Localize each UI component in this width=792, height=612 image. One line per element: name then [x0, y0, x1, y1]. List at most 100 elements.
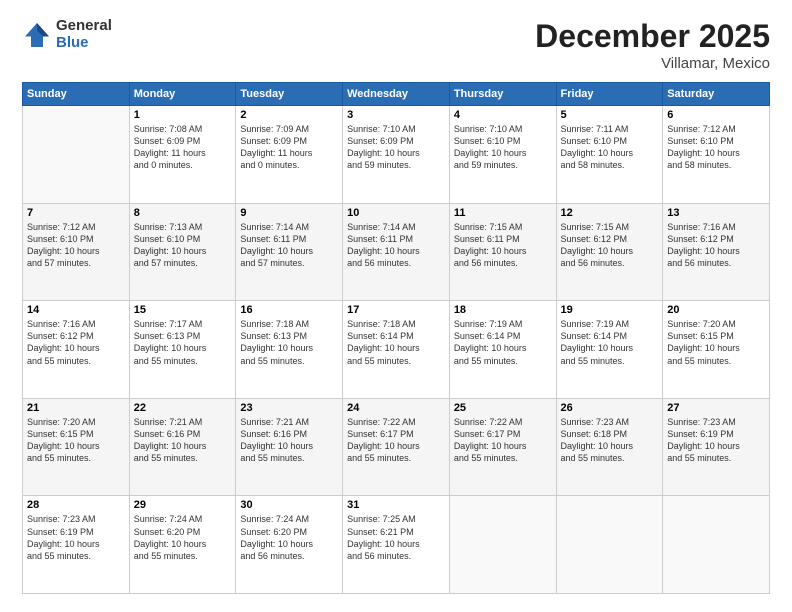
calendar-cell: 12 Sunrise: 7:15 AM Sunset: 6:12 PM Dayli…	[556, 203, 663, 301]
calendar-cell: 20 Sunrise: 7:20 AM Sunset: 6:15 PM Dayli…	[663, 301, 770, 399]
page: General Blue December 2025 Villamar, Mex…	[0, 0, 792, 612]
calendar-cell: 25 Sunrise: 7:22 AM Sunset: 6:17 PM Dayli…	[449, 398, 556, 496]
calendar-cell: 15 Sunrise: 7:17 AM Sunset: 6:13 PM Dayli…	[129, 301, 236, 399]
calendar-cell: 9Sunrise: 7:14 AM Sunset: 6:11 PM Daylig…	[236, 203, 343, 301]
calendar-cell: 10 Sunrise: 7:14 AM Sunset: 6:11 PM Dayli…	[343, 203, 450, 301]
cell-day-number: 2	[240, 109, 338, 121]
calendar-header-sunday: Sunday	[23, 83, 130, 106]
cell-day-info: Sunrise: 7:15 AM Sunset: 6:11 PM Dayligh…	[454, 221, 552, 270]
cell-day-number: 20	[667, 304, 765, 316]
calendar-cell: 13Sunrise: 7:16 AM Sunset: 6:12 PM Dayli…	[663, 203, 770, 301]
cell-day-number: 23	[240, 402, 338, 414]
page-subtitle: Villamar, Mexico	[535, 55, 770, 72]
cell-day-number: 28	[27, 499, 125, 511]
calendar-cell: 31 Sunrise: 7:25 AM Sunset: 6:21 PM Dayli…	[343, 496, 450, 594]
calendar-cell	[663, 496, 770, 594]
calendar-cell: 26Sunrise: 7:23 AM Sunset: 6:18 PM Dayli…	[556, 398, 663, 496]
calendar-cell: 7 Sunrise: 7:12 AM Sunset: 6:10 PM Daylig…	[23, 203, 130, 301]
calendar-cell	[23, 106, 130, 204]
calendar-cell: 28 Sunrise: 7:23 AM Sunset: 6:19 PM Dayli…	[23, 496, 130, 594]
calendar-week-2: 7 Sunrise: 7:12 AM Sunset: 6:10 PM Daylig…	[23, 203, 770, 301]
cell-day-info: Sunrise: 7:24 AM Sunset: 6:20 PM Dayligh…	[134, 513, 232, 562]
cell-day-info: Sunrise: 7:20 AM Sunset: 6:15 PM Dayligh…	[667, 318, 765, 367]
cell-day-info: Sunrise: 7:18 AM Sunset: 6:14 PM Dayligh…	[347, 318, 445, 367]
calendar-table: SundayMondayTuesdayWednesdayThursdayFrid…	[22, 82, 770, 594]
logo-text: General Blue	[56, 18, 112, 51]
calendar-cell: 18 Sunrise: 7:19 AM Sunset: 6:14 PM Dayli…	[449, 301, 556, 399]
cell-day-info: Sunrise: 7:17 AM Sunset: 6:13 PM Dayligh…	[134, 318, 232, 367]
calendar-week-5: 28 Sunrise: 7:23 AM Sunset: 6:19 PM Dayli…	[23, 496, 770, 594]
calendar-cell: 21 Sunrise: 7:20 AM Sunset: 6:15 PM Dayli…	[23, 398, 130, 496]
cell-day-number: 1	[134, 109, 232, 121]
calendar-cell: 27Sunrise: 7:23 AM Sunset: 6:19 PM Dayli…	[663, 398, 770, 496]
cell-day-number: 21	[27, 402, 125, 414]
calendar-header-monday: Monday	[129, 83, 236, 106]
cell-day-info: Sunrise: 7:14 AM Sunset: 6:11 PM Dayligh…	[347, 221, 445, 270]
calendar-cell: 29 Sunrise: 7:24 AM Sunset: 6:20 PM Dayli…	[129, 496, 236, 594]
cell-day-info: Sunrise: 7:16 AM Sunset: 6:12 PM Dayligh…	[27, 318, 125, 367]
calendar-cell: 16Sunrise: 7:18 AM Sunset: 6:13 PM Dayli…	[236, 301, 343, 399]
calendar-cell: 2 Sunrise: 7:09 AM Sunset: 6:09 PM Daylig…	[236, 106, 343, 204]
cell-day-info: Sunrise: 7:18 AM Sunset: 6:13 PM Dayligh…	[240, 318, 338, 367]
cell-day-info: Sunrise: 7:11 AM Sunset: 6:10 PM Dayligh…	[561, 123, 659, 172]
cell-day-number: 4	[454, 109, 552, 121]
cell-day-info: Sunrise: 7:22 AM Sunset: 6:17 PM Dayligh…	[347, 416, 445, 465]
cell-day-number: 6	[667, 109, 765, 121]
cell-day-info: Sunrise: 7:15 AM Sunset: 6:12 PM Dayligh…	[561, 221, 659, 270]
logo-blue: Blue	[56, 35, 112, 52]
cell-day-info: Sunrise: 7:25 AM Sunset: 6:21 PM Dayligh…	[347, 513, 445, 562]
calendar-header-row: SundayMondayTuesdayWednesdayThursdayFrid…	[23, 83, 770, 106]
cell-day-number: 12	[561, 207, 659, 219]
cell-day-number: 27	[667, 402, 765, 414]
cell-day-info: Sunrise: 7:23 AM Sunset: 6:19 PM Dayligh…	[27, 513, 125, 562]
cell-day-number: 31	[347, 499, 445, 511]
calendar-header-friday: Friday	[556, 83, 663, 106]
cell-day-info: Sunrise: 7:12 AM Sunset: 6:10 PM Dayligh…	[27, 221, 125, 270]
cell-day-info: Sunrise: 7:21 AM Sunset: 6:16 PM Dayligh…	[134, 416, 232, 465]
cell-day-info: Sunrise: 7:16 AM Sunset: 6:12 PM Dayligh…	[667, 221, 765, 270]
title-block: December 2025 Villamar, Mexico	[535, 18, 770, 72]
calendar-cell: 11Sunrise: 7:15 AM Sunset: 6:11 PM Dayli…	[449, 203, 556, 301]
cell-day-info: Sunrise: 7:24 AM Sunset: 6:20 PM Dayligh…	[240, 513, 338, 562]
cell-day-number: 26	[561, 402, 659, 414]
cell-day-info: Sunrise: 7:10 AM Sunset: 6:10 PM Dayligh…	[454, 123, 552, 172]
cell-day-number: 3	[347, 109, 445, 121]
cell-day-info: Sunrise: 7:14 AM Sunset: 6:11 PM Dayligh…	[240, 221, 338, 270]
cell-day-info: Sunrise: 7:21 AM Sunset: 6:16 PM Dayligh…	[240, 416, 338, 465]
calendar-cell: 23 Sunrise: 7:21 AM Sunset: 6:16 PM Dayli…	[236, 398, 343, 496]
cell-day-info: Sunrise: 7:20 AM Sunset: 6:15 PM Dayligh…	[27, 416, 125, 465]
calendar-cell: 1Sunrise: 7:08 AM Sunset: 6:09 PM Daylig…	[129, 106, 236, 204]
cell-day-info: Sunrise: 7:19 AM Sunset: 6:14 PM Dayligh…	[454, 318, 552, 367]
cell-day-number: 18	[454, 304, 552, 316]
logo: General Blue	[22, 18, 112, 51]
calendar-cell: 19Sunrise: 7:19 AM Sunset: 6:14 PM Dayli…	[556, 301, 663, 399]
cell-day-info: Sunrise: 7:09 AM Sunset: 6:09 PM Dayligh…	[240, 123, 338, 172]
cell-day-number: 30	[240, 499, 338, 511]
calendar-cell: 5 Sunrise: 7:11 AM Sunset: 6:10 PM Daylig…	[556, 106, 663, 204]
calendar-cell	[449, 496, 556, 594]
cell-day-number: 7	[27, 207, 125, 219]
calendar-cell: 30 Sunrise: 7:24 AM Sunset: 6:20 PM Dayli…	[236, 496, 343, 594]
cell-day-info: Sunrise: 7:19 AM Sunset: 6:14 PM Dayligh…	[561, 318, 659, 367]
calendar-cell: 3Sunrise: 7:10 AM Sunset: 6:09 PM Daylig…	[343, 106, 450, 204]
calendar-cell: 8Sunrise: 7:13 AM Sunset: 6:10 PM Daylig…	[129, 203, 236, 301]
cell-day-info: Sunrise: 7:22 AM Sunset: 6:17 PM Dayligh…	[454, 416, 552, 465]
cell-day-info: Sunrise: 7:12 AM Sunset: 6:10 PM Dayligh…	[667, 123, 765, 172]
calendar-week-3: 14 Sunrise: 7:16 AM Sunset: 6:12 PM Dayli…	[23, 301, 770, 399]
page-title: December 2025	[535, 18, 770, 55]
calendar-cell: 4 Sunrise: 7:10 AM Sunset: 6:10 PM Daylig…	[449, 106, 556, 204]
cell-day-info: Sunrise: 7:13 AM Sunset: 6:10 PM Dayligh…	[134, 221, 232, 270]
cell-day-number: 25	[454, 402, 552, 414]
calendar-header-wednesday: Wednesday	[343, 83, 450, 106]
calendar-cell: 24Sunrise: 7:22 AM Sunset: 6:17 PM Dayli…	[343, 398, 450, 496]
calendar-header-tuesday: Tuesday	[236, 83, 343, 106]
cell-day-number: 5	[561, 109, 659, 121]
calendar-cell: 14 Sunrise: 7:16 AM Sunset: 6:12 PM Dayli…	[23, 301, 130, 399]
calendar-week-1: 1Sunrise: 7:08 AM Sunset: 6:09 PM Daylig…	[23, 106, 770, 204]
cell-day-number: 29	[134, 499, 232, 511]
logo-general: General	[56, 18, 112, 35]
calendar-week-4: 21 Sunrise: 7:20 AM Sunset: 6:15 PM Dayli…	[23, 398, 770, 496]
cell-day-number: 14	[27, 304, 125, 316]
cell-day-number: 10	[347, 207, 445, 219]
cell-day-number: 15	[134, 304, 232, 316]
